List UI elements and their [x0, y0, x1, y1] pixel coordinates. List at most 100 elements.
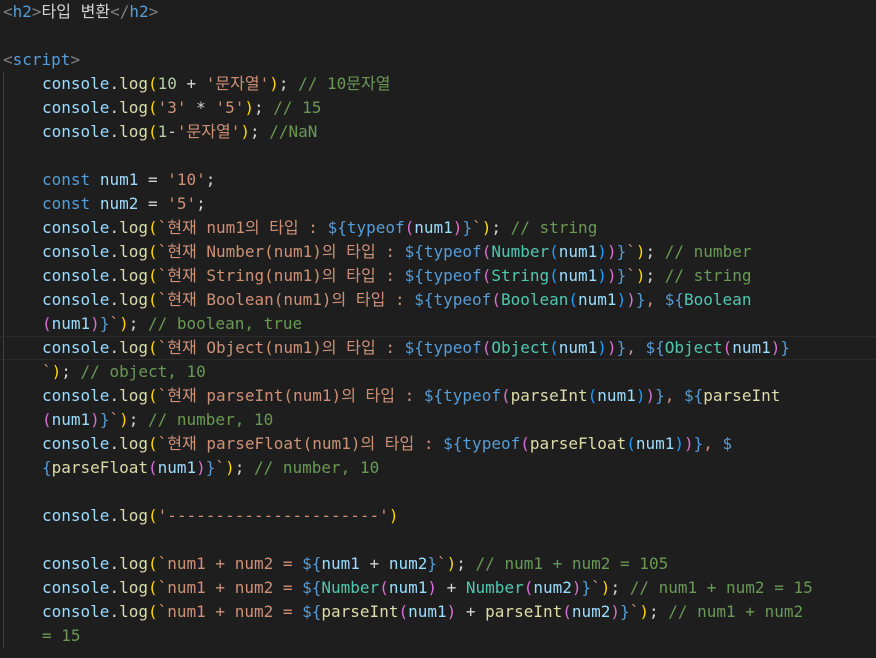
code-line[interactable]: console.log(`현재 parseInt(num1)의 타입 : ${t…: [0, 384, 876, 408]
code-line[interactable]: (num1)}`); // boolean, true: [0, 312, 876, 336]
code-token: (: [42, 410, 52, 429]
code-line[interactable]: = 15: [0, 624, 876, 648]
code-line[interactable]: console.log('----------------------'): [0, 504, 876, 528]
code-line[interactable]: <h2>타입 변환</h2>: [0, 0, 876, 24]
code-token: typeof: [462, 434, 521, 453]
code-token: log: [119, 386, 148, 405]
code-token: typeof: [433, 290, 492, 309]
code-token: typeof: [346, 218, 405, 237]
code-text: console.log('----------------------'): [42, 504, 398, 528]
code-token: }: [693, 434, 704, 453]
code-token: (: [520, 434, 530, 453]
code-token: (: [147, 74, 158, 93]
code-token: num2: [571, 602, 611, 621]
code-line[interactable]: console.log(`현재 Object(num1)의 타입 : ${typ…: [0, 336, 876, 361]
code-line[interactable]: console.log('3' * '5'); // 15: [0, 96, 876, 120]
code-editor[interactable]: <h2>타입 변환</h2> <script> console.log(10 + '…: [0, 0, 876, 658]
code-token: (: [147, 554, 158, 573]
code-token: (: [626, 434, 636, 453]
indent-guide: [3, 480, 4, 504]
code-token: {: [42, 458, 52, 477]
code-text: console.log(`num1 + num2 = ${parseInt(nu…: [42, 600, 803, 624]
code-token: `현재 parseInt(num1)의 타입 :: [157, 386, 424, 405]
code-token: num1: [321, 554, 360, 573]
code-line[interactable]: console.log(`num1 + num2 = ${num1 + num2…: [0, 552, 876, 576]
code-token: }: [616, 266, 627, 285]
indent-guide: [3, 72, 4, 96]
code-token: ;: [278, 74, 299, 93]
code-line[interactable]: `); // object, 10: [0, 360, 876, 384]
code-token: (: [523, 578, 534, 597]
code-token: // string: [664, 266, 752, 285]
code-token: ): [684, 434, 694, 453]
code-line[interactable]: <script>: [0, 48, 876, 72]
code-token: console: [42, 218, 110, 237]
code-token: ${: [327, 218, 347, 237]
code-line[interactable]: console.log(`현재 parseFloat(num1)의 타입 : $…: [0, 432, 876, 456]
code-line[interactable]: const num2 = '5';: [0, 192, 876, 216]
code-line[interactable]: [0, 144, 876, 168]
code-token: $: [722, 434, 733, 453]
code-token: console: [42, 338, 110, 357]
code-token: ;: [648, 602, 669, 621]
code-token: num1: [558, 266, 598, 285]
code-token: num1: [558, 242, 598, 261]
code-token: <: [3, 2, 13, 21]
code-token: '3': [157, 98, 187, 117]
code-token: `: [472, 218, 482, 237]
code-token: ): [606, 338, 617, 357]
code-token: (: [404, 218, 415, 237]
code-line[interactable]: console.log(`num1 + num2 = ${parseInt(nu…: [0, 600, 876, 624]
code-token: ${: [404, 338, 424, 357]
code-token: 1: [157, 122, 168, 141]
code-line[interactable]: console.log(`num1 + num2 = ${Number(num1…: [0, 576, 876, 600]
code-line[interactable]: console.log(`현재 Number(num1)의 타입 : ${typ…: [0, 240, 876, 264]
code-line[interactable]: [0, 528, 876, 552]
code-token: parseInt: [321, 602, 399, 621]
code-token: console: [42, 266, 110, 285]
code-token: ${: [664, 290, 685, 309]
code-token: ;: [610, 578, 630, 597]
code-token: h2: [129, 2, 149, 21]
code-token: log: [119, 602, 148, 621]
code-token: Object: [664, 338, 723, 357]
code-token: ): [452, 218, 463, 237]
code-token: }: [655, 386, 665, 405]
code-token: (: [481, 338, 492, 357]
code-line[interactable]: console.log(1-'문자열'); //NaN: [0, 120, 876, 144]
code-text: (num1)}`); // number, 10: [42, 408, 273, 432]
indent-guide: [3, 240, 4, 264]
code-line[interactable]: console.log(`현재 String(num1)의 타입 : ${typ…: [0, 264, 876, 288]
code-token: .: [109, 506, 120, 525]
code-token: (: [587, 386, 598, 405]
code-line[interactable]: console.log(10 + '문자열'); // 10문자열: [0, 72, 876, 96]
code-token: }: [99, 410, 110, 429]
code-token: ${: [302, 602, 322, 621]
code-token: (: [147, 386, 158, 405]
code-token: ): [635, 266, 646, 285]
code-token: `현재 parseFloat(num1)의 타입 :: [157, 434, 444, 453]
code-text: (num1)}`); // boolean, true: [42, 312, 302, 336]
code-line[interactable]: const num1 = '10';: [0, 168, 876, 192]
indent-guide: [3, 264, 4, 288]
code-text: `); // object, 10: [42, 360, 206, 384]
code-token: -: [167, 122, 177, 141]
code-token: ${: [404, 242, 424, 261]
code-line[interactable]: [0, 480, 876, 504]
code-token: .: [109, 578, 120, 597]
code-token: ;: [128, 410, 148, 429]
indent-guide: [3, 120, 4, 144]
code-line[interactable]: console.log(`현재 num1의 타입 : ${typeof(num1…: [0, 216, 876, 240]
code-token: .: [109, 434, 120, 453]
code-line[interactable]: (num1)}`); // number, 10: [0, 408, 876, 432]
code-line[interactable]: [0, 24, 876, 48]
code-line[interactable]: {parseFloat(num1)}`); // number, 10: [0, 456, 876, 480]
code-line[interactable]: console.log(`현재 Boolean(num1)의 타입 : ${ty…: [0, 288, 876, 312]
code-token: .: [109, 266, 120, 285]
indent-guide: [3, 432, 4, 456]
code-text: console.log(`num1 + num2 = ${num1 + num2…: [42, 552, 668, 576]
code-text: console.log(`현재 Boolean(num1)의 타입 : ${ty…: [42, 288, 751, 312]
code-token: Boolean: [500, 290, 569, 309]
code-token: }: [99, 314, 110, 333]
